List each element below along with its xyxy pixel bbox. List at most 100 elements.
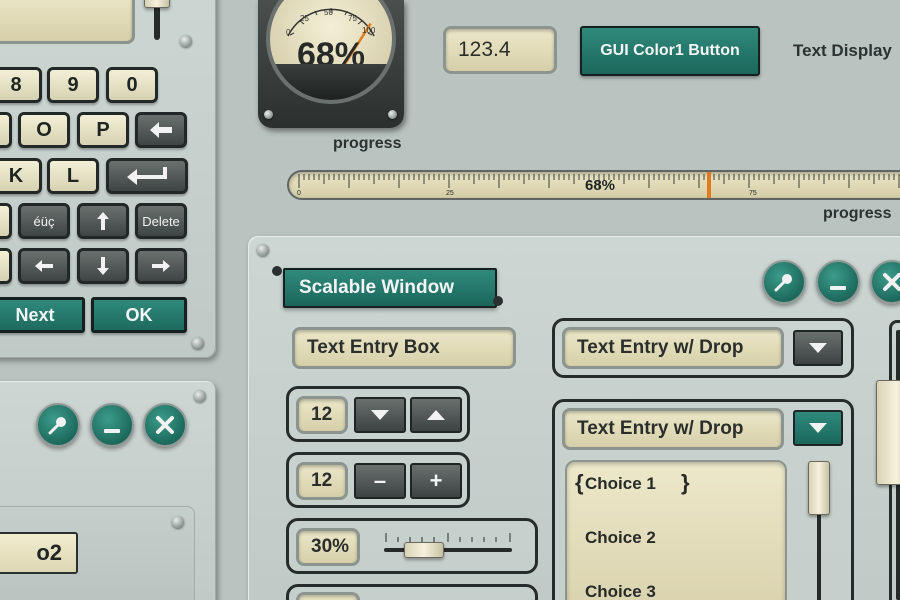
dropdown2-value: Text Entry w/ Drop xyxy=(577,418,744,439)
title-tab-rivet xyxy=(272,266,282,276)
gui-color1-button[interactable]: GUI Color1 Button xyxy=(580,26,760,76)
chevron-down-icon xyxy=(809,343,827,353)
stepper2-plus-button[interactable]: + xyxy=(410,463,462,499)
key-k[interactable]: K xyxy=(0,158,42,194)
text-entry-placeholder: Text Entry Box xyxy=(307,337,440,358)
ruler-value: 68% xyxy=(585,177,616,194)
dropdown1-field[interactable]: Text Entry w/ Drop xyxy=(562,327,784,369)
stepper1-up-button[interactable] xyxy=(410,397,462,433)
text-entry-box[interactable]: Text Entry Box xyxy=(292,327,516,369)
list-scrollbar-thumb[interactable] xyxy=(808,461,830,515)
list-item[interactable]: Choice 1 xyxy=(585,474,656,494)
pin-icon xyxy=(774,274,792,292)
key-8[interactable]: 8 xyxy=(0,67,42,103)
close-icon xyxy=(156,416,174,434)
pin-button[interactable] xyxy=(36,403,80,447)
slider-value-field: 30% xyxy=(296,528,360,566)
keypad-display xyxy=(0,0,135,44)
arrow-left-icon xyxy=(35,260,53,272)
gauge-caption: progress xyxy=(333,135,402,152)
arrow-right-button[interactable] xyxy=(135,248,187,284)
key-p[interactable]: P xyxy=(77,112,129,148)
gauge-shade xyxy=(270,64,392,100)
close-button[interactable] xyxy=(143,403,187,447)
ruler-progress-marker xyxy=(707,172,711,198)
ok-button[interactable]: OK xyxy=(91,297,187,333)
stepper2-value-field[interactable]: 12 xyxy=(296,462,348,500)
key-partial[interactable] xyxy=(0,248,12,284)
small-window-label-text: o2 xyxy=(36,540,62,565)
minimize-icon xyxy=(830,286,846,290)
dropdown1-toggle-button[interactable] xyxy=(793,330,843,366)
vertical-slider-thumb[interactable] xyxy=(876,380,900,485)
arrow-up-icon xyxy=(97,212,109,230)
key-partial[interactable] xyxy=(0,203,12,239)
arrow-down-button[interactable] xyxy=(77,248,129,284)
close-icon xyxy=(883,273,900,291)
panel-screw xyxy=(180,35,192,47)
pin-icon xyxy=(48,417,66,435)
keypad-top-slider-thumb[interactable] xyxy=(144,0,170,8)
panel-screw xyxy=(194,390,206,402)
minimize-button[interactable] xyxy=(90,403,134,447)
window-title: Scalable Window xyxy=(299,277,455,298)
key-o[interactable]: O xyxy=(18,112,70,148)
chevron-down-icon xyxy=(809,423,827,433)
ruler-label-0: 0 xyxy=(297,190,301,197)
dropdown2-toggle-button[interactable] xyxy=(793,410,843,446)
stepper1-value: 12 xyxy=(311,404,333,425)
arrow-left-button[interactable] xyxy=(18,248,70,284)
slider-scale xyxy=(385,533,511,542)
ruler-label-25: 25 xyxy=(446,190,454,197)
ruler-progress-bar: 0 25 75 68% xyxy=(287,170,900,200)
arrow-down-icon xyxy=(97,257,109,275)
title-tab-rivet xyxy=(493,296,503,306)
ruler-label-75: 75 xyxy=(749,190,757,197)
list-item[interactable]: Choice 3 xyxy=(585,582,656,600)
choice-listbox: { Choice 1 } Choice 2 Choice 3 xyxy=(565,460,787,600)
key-l[interactable]: L xyxy=(47,158,99,194)
numeric-display-value: 123.4 xyxy=(458,38,511,61)
small-window-label: o2 xyxy=(0,532,78,574)
window-pin-button[interactable] xyxy=(762,260,806,304)
stepper2-value: 12 xyxy=(311,470,333,491)
gauge-label-25: 25 xyxy=(300,14,309,23)
gauge-label-50: 50 xyxy=(324,8,333,17)
panel-screw xyxy=(257,244,269,256)
arrow-right-icon xyxy=(152,260,170,272)
slider-value: 30% xyxy=(311,536,350,557)
window-minimize-button[interactable] xyxy=(816,260,860,304)
minimize-icon xyxy=(104,429,120,433)
special-chars-key[interactable]: éüç xyxy=(18,203,70,239)
delete-button[interactable]: Delete xyxy=(135,203,187,239)
dropdown1-value: Text Entry w/ Drop xyxy=(577,337,744,358)
enter-icon xyxy=(127,167,167,185)
slider-track xyxy=(384,548,512,552)
stepper1-down-button[interactable] xyxy=(354,397,406,433)
next-button[interactable]: Next xyxy=(0,297,85,333)
triangle-up-icon xyxy=(427,410,445,420)
arrow-up-button[interactable] xyxy=(77,203,129,239)
backspace-button[interactable] xyxy=(135,112,187,148)
text-display: Text Display xyxy=(793,41,892,60)
key-0[interactable]: 0 xyxy=(106,67,158,103)
key-partial[interactable] xyxy=(0,112,12,148)
triangle-down-icon xyxy=(371,410,389,420)
partial-field xyxy=(296,592,360,600)
gauge-screw xyxy=(264,110,273,119)
gauge-screw xyxy=(388,110,397,119)
stepper1-value-field[interactable]: 12 xyxy=(296,396,348,434)
slider-thumb[interactable] xyxy=(404,542,445,558)
gauge-face: 0 25 50 75 100 68% xyxy=(266,0,396,104)
panel-screw xyxy=(172,516,184,528)
key-9[interactable]: 9 xyxy=(47,67,99,103)
gauge-bezel: 0 25 50 75 100 68% xyxy=(258,0,404,128)
dropdown2-field[interactable]: Text Entry w/ Drop xyxy=(562,408,784,450)
choice-selection-bracket-right: } xyxy=(681,470,690,495)
enter-button[interactable] xyxy=(106,158,188,194)
backspace-icon xyxy=(150,122,172,138)
list-item[interactable]: Choice 2 xyxy=(585,528,656,548)
panel-screw xyxy=(192,337,204,349)
gauge-label-100: 100 xyxy=(362,26,376,35)
stepper2-minus-button[interactable]: – xyxy=(354,463,406,499)
